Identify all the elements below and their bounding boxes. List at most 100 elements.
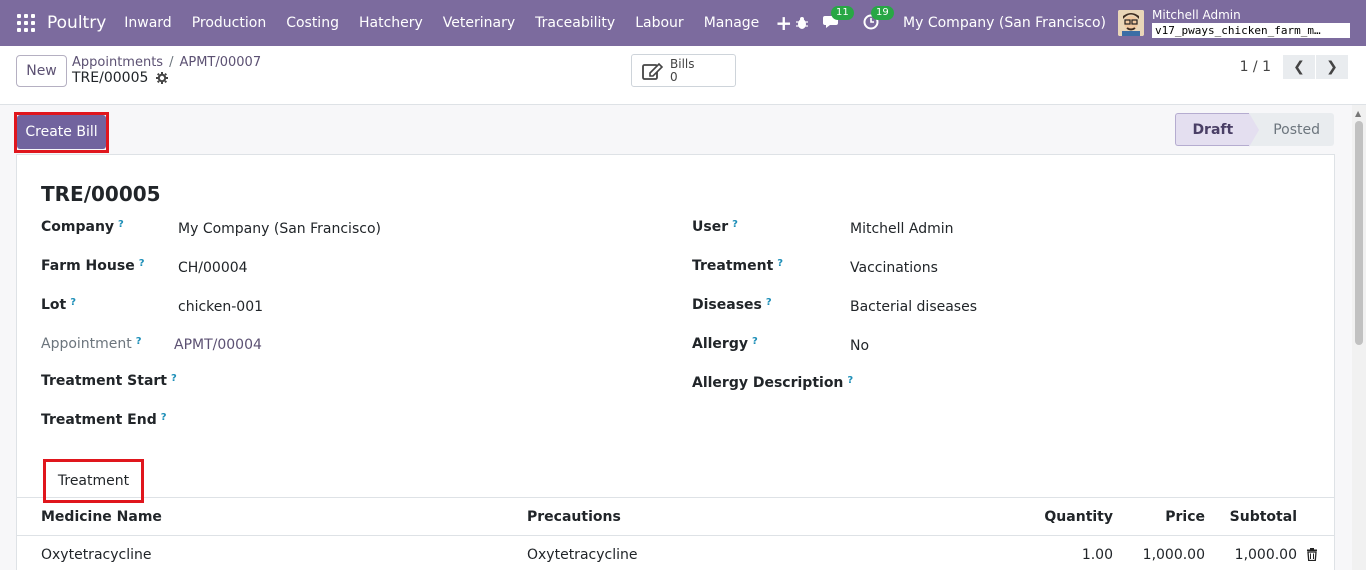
trash-icon[interactable] <box>1306 548 1318 561</box>
help-icon[interactable]: ? <box>732 219 738 230</box>
form-title: TRE/00005 <box>41 182 161 206</box>
company-field-label: Company? <box>41 219 124 235</box>
pager-next-button[interactable]: ❯ <box>1316 55 1348 79</box>
pager-value[interactable]: 1 / 1 <box>1240 59 1271 75</box>
farm-house-field-label: Farm House? <box>41 258 145 274</box>
record-name: TRE/00005 <box>72 70 149 86</box>
treatment-label: Treatment <box>692 258 774 274</box>
annotation-highlight-treatment-tab <box>43 459 144 503</box>
user-field-label: User? <box>692 219 738 235</box>
diseases-value[interactable]: Bacterial diseases <box>850 299 977 315</box>
farm-house-label: Farm House <box>41 258 135 274</box>
breadcrumb: Appointments / APMT/00007 <box>72 55 261 70</box>
pager-previous-button[interactable]: ❮ <box>1283 55 1315 79</box>
help-icon[interactable]: ? <box>171 373 177 384</box>
help-icon[interactable]: ? <box>139 258 145 269</box>
user-value[interactable]: Mitchell Admin <box>850 221 954 237</box>
farm-house-value[interactable]: CH/00004 <box>178 260 248 276</box>
user-avatar[interactable] <box>1118 10 1144 36</box>
menu-inward[interactable]: Inward <box>114 15 181 31</box>
user-label: User <box>692 219 729 235</box>
menu-costing[interactable]: Costing <box>276 15 349 31</box>
new-button[interactable]: New <box>16 55 67 87</box>
activities-button[interactable]: 19 <box>863 6 894 32</box>
help-icon[interactable]: ? <box>118 219 124 230</box>
edit-bill-icon <box>642 62 664 80</box>
allergy-field-label: Allergy? <box>692 336 758 352</box>
top-navbar: Poultry Inward Production Costing Hatche… <box>0 0 1366 46</box>
status-step-draft[interactable]: Draft <box>1175 113 1259 147</box>
navbar-systray: 11 19 My Company (San Francisco) Mitchel… <box>795 0 1366 46</box>
column-header-quantity[interactable]: Quantity <box>1044 509 1113 525</box>
treatment-value[interactable]: Vaccinations <box>850 260 938 276</box>
company-switcher[interactable]: My Company (San Francisco) <box>903 15 1106 31</box>
medicine-name-cell[interactable]: Oxytetracycline <box>41 547 151 563</box>
precautions-cell[interactable]: Oxytetracycline <box>527 547 637 563</box>
breadcrumb-appointments[interactable]: Appointments <box>72 55 163 70</box>
help-icon[interactable]: ? <box>70 297 76 308</box>
app-brand[interactable]: Poultry <box>47 13 106 33</box>
breadcrumb-separator: / <box>169 55 174 70</box>
table-header-divider <box>17 535 1334 536</box>
chevron-left-icon: ❮ <box>1293 59 1305 75</box>
pager: 1 / 1 ❮ ❯ <box>1240 55 1348 79</box>
apps-menu-icon[interactable] <box>17 14 35 32</box>
treatment-end-label: Treatment End <box>41 412 157 428</box>
diseases-field-label: Diseases? <box>692 297 772 313</box>
menu-production[interactable]: Production <box>182 15 276 31</box>
activities-badge: 19 <box>871 6 894 20</box>
breadcrumb-appointment-record[interactable]: APMT/00007 <box>179 55 261 70</box>
column-header-medicine-name[interactable]: Medicine Name <box>41 509 162 525</box>
notebook-tab-divider <box>17 497 1334 498</box>
menu-traceability[interactable]: Traceability <box>525 15 625 31</box>
database-name: v17_pways_chicken_farm_m… <box>1152 22 1350 38</box>
quantity-cell[interactable]: 1.00 <box>1082 547 1113 563</box>
user-menu[interactable]: Mitchell Admin v17_pways_chicken_farm_m… <box>1152 7 1350 38</box>
control-panel: New Appointments / APMT/00007 TRE/00005 Bi… <box>0 46 1366 105</box>
user-name: Mitchell Admin <box>1152 7 1241 22</box>
column-header-price[interactable]: Price <box>1165 509 1205 525</box>
appointment-label: Appointment <box>41 336 132 352</box>
scrollbar-thumb[interactable] <box>1355 121 1363 345</box>
help-icon[interactable]: ? <box>777 258 783 269</box>
allergy-value[interactable]: No <box>850 338 869 354</box>
current-record: TRE/00005 <box>72 70 169 86</box>
treatment-field-label: Treatment? <box>692 258 783 274</box>
status-steps: Draft Posted <box>1175 113 1334 147</box>
messages-badge: 11 <box>831 6 854 20</box>
column-header-precautions[interactable]: Precautions <box>527 509 621 525</box>
help-icon[interactable]: ? <box>752 336 758 347</box>
messages-button[interactable]: 11 <box>823 6 854 32</box>
avatar-face-icon <box>1118 10 1144 36</box>
scroll-up-icon[interactable]: ▲ <box>1355 109 1361 118</box>
bug-icon[interactable] <box>795 16 809 30</box>
status-step-posted[interactable]: Posted <box>1249 113 1334 146</box>
lot-label: Lot <box>41 297 67 313</box>
help-icon[interactable]: ? <box>847 375 853 386</box>
form-statusbar: Create Bill Draft Posted <box>0 105 1352 154</box>
lot-field-label: Lot? <box>41 297 76 313</box>
gear-icon[interactable] <box>156 72 169 84</box>
column-header-subtotal[interactable]: Subtotal <box>1230 509 1297 525</box>
lot-value[interactable]: chicken-001 <box>178 299 263 315</box>
menu-veterinary[interactable]: Veterinary <box>433 15 525 31</box>
diseases-label: Diseases <box>692 297 762 313</box>
page-scrollbar[interactable]: ▲ <box>1352 105 1366 570</box>
annotation-highlight-create-bill <box>14 112 109 153</box>
treatment-start-field-label: Treatment Start? <box>41 373 177 389</box>
allergy-description-label: Allergy Description <box>692 375 844 391</box>
menu-hatchery[interactable]: Hatchery <box>349 15 433 31</box>
chevron-right-icon: ❯ <box>1326 59 1338 75</box>
treatment-end-field-label: Treatment End? <box>41 412 167 428</box>
menu-manage[interactable]: Manage <box>694 15 770 31</box>
help-icon[interactable]: ? <box>136 336 142 347</box>
menu-labour[interactable]: Labour <box>625 15 693 31</box>
company-value[interactable]: My Company (San Francisco) <box>178 221 381 237</box>
price-cell[interactable]: 1,000.00 <box>1143 547 1205 563</box>
help-icon[interactable]: ? <box>766 297 772 308</box>
plus-icon[interactable]: + <box>775 11 792 35</box>
appointment-link[interactable]: APMT/00004 <box>174 337 262 353</box>
bills-smart-button[interactable]: Bills 0 <box>631 54 736 87</box>
help-icon[interactable]: ? <box>161 412 167 423</box>
form-sheet: TRE/00005 Company? My Company (San Franc… <box>16 154 1335 570</box>
